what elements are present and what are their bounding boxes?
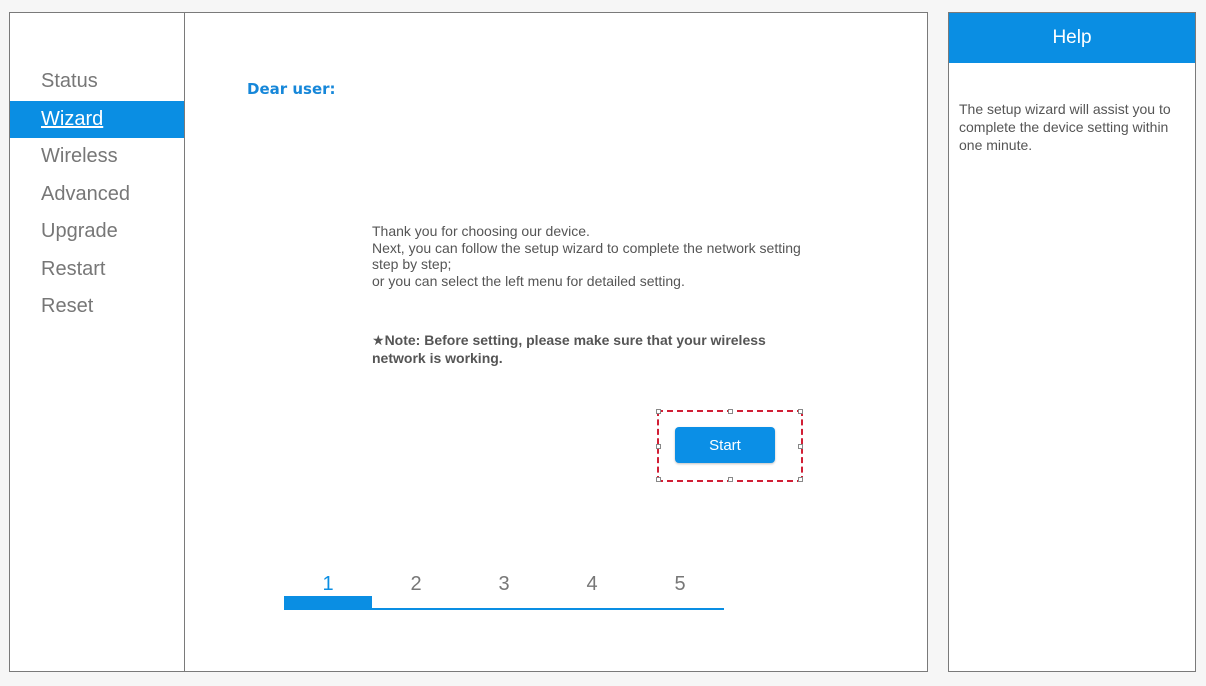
step-5: 5 xyxy=(674,573,686,595)
start-button[interactable]: Start xyxy=(675,427,775,463)
resize-handle xyxy=(656,409,661,414)
resize-handle xyxy=(728,409,733,414)
wizard-content: Dear user: Thank you for choosing our de… xyxy=(185,13,927,671)
sidebar-item-advanced[interactable]: Advanced xyxy=(10,176,184,214)
step-4: 4 xyxy=(586,573,598,595)
sidebar-item-upgrade[interactable]: Upgrade xyxy=(10,213,184,251)
intro-line: or you can select the left menu for deta… xyxy=(372,272,685,289)
greeting-heading: Dear user: xyxy=(247,80,336,98)
sidebar-item-status[interactable]: Status xyxy=(10,63,184,101)
sidebar-item-wireless[interactable]: Wireless xyxy=(10,138,184,176)
sidebar: Status Wizard Wireless Advanced Upgrade … xyxy=(10,13,185,671)
main-frame: Status Wizard Wireless Advanced Upgrade … xyxy=(9,12,928,672)
sidebar-item-restart[interactable]: Restart xyxy=(10,251,184,289)
note-text: ★Note: Before setting, please make sure … xyxy=(372,331,812,367)
star-icon: ★ xyxy=(372,332,385,348)
resize-handle xyxy=(656,444,661,449)
intro-line: Thank you for choosing our device. xyxy=(372,223,590,239)
intro-text: Thank you for choosing our device. Next,… xyxy=(372,223,812,289)
sidebar-item-wizard[interactable]: Wizard xyxy=(10,100,184,138)
step-3: 3 xyxy=(498,573,510,595)
resize-handle xyxy=(798,477,803,482)
resize-handle xyxy=(798,409,803,414)
wizard-steps: 1 2 3 4 5 xyxy=(284,573,724,613)
step-1: 1 xyxy=(322,573,334,595)
help-panel: Help The setup wizard will assist you to… xyxy=(948,12,1196,672)
step-2: 2 xyxy=(410,573,422,595)
help-text: The setup wizard will assist you to comp… xyxy=(959,101,1171,153)
sidebar-nav: Status Wizard Wireless Advanced Upgrade … xyxy=(10,63,184,326)
help-title: Help xyxy=(949,13,1195,63)
sidebar-item-reset[interactable]: Reset xyxy=(10,288,184,326)
note-label: Note: Before setting, please make sure t… xyxy=(372,332,766,366)
resize-handle xyxy=(728,477,733,482)
intro-line: Next, you can follow the setup wizard to… xyxy=(372,239,801,273)
steps-progress-indicator xyxy=(284,596,372,610)
resize-handle xyxy=(656,477,661,482)
resize-handle xyxy=(798,444,803,449)
